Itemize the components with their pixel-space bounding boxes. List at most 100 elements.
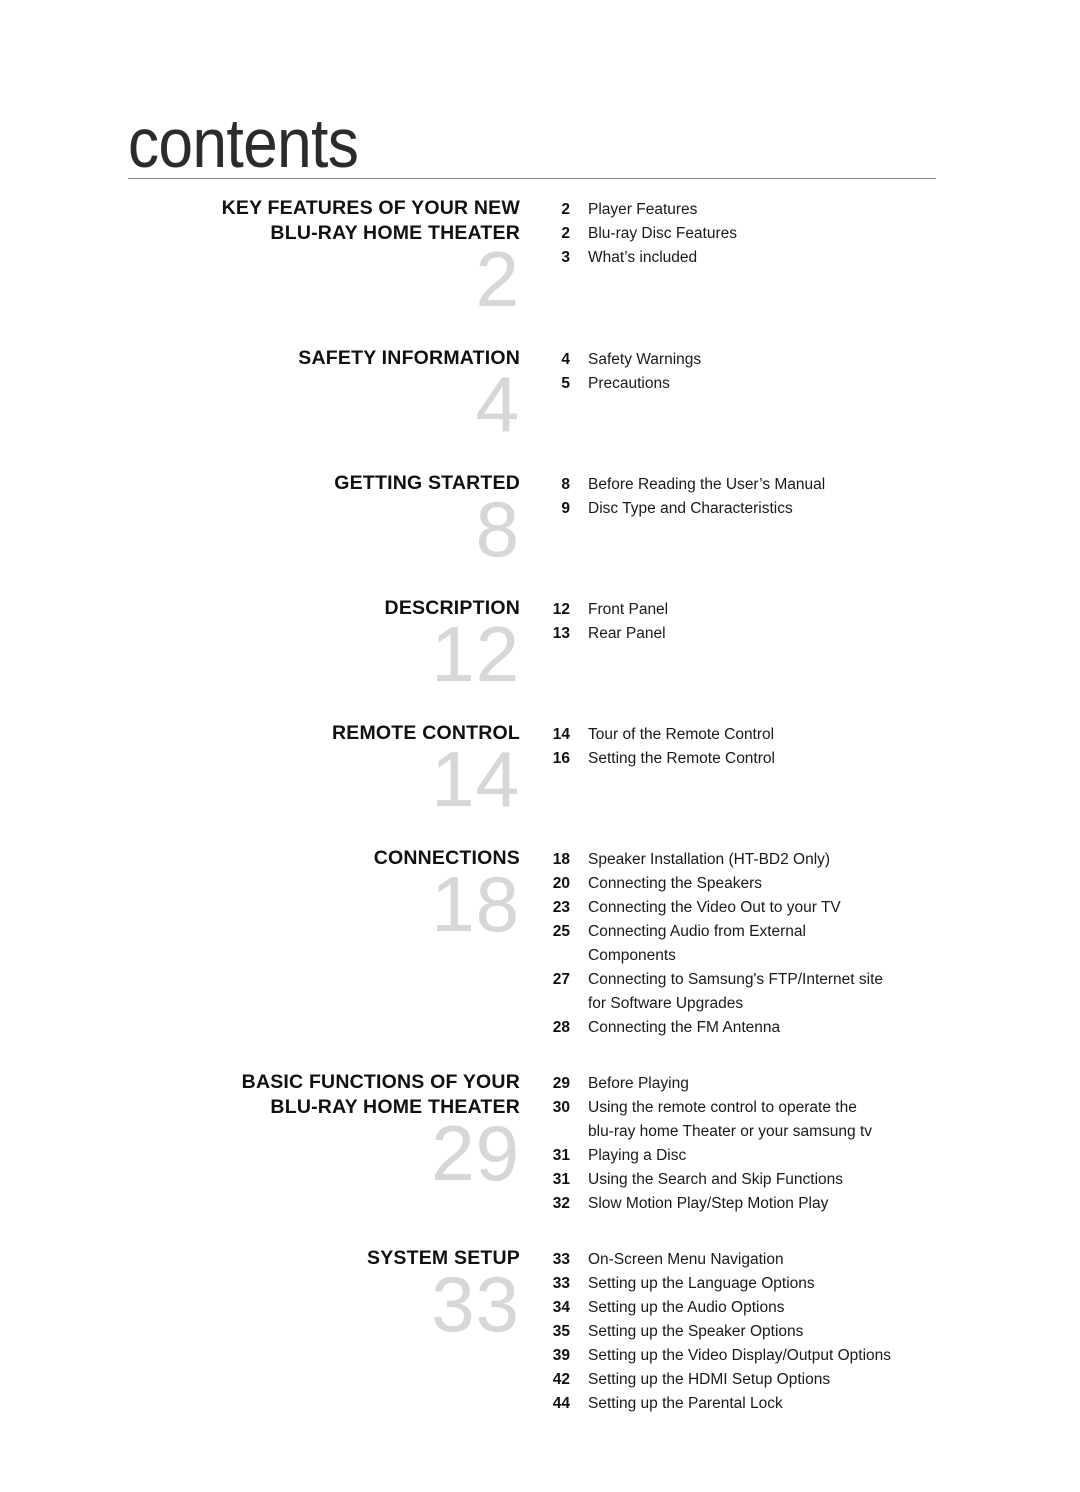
toc-section-entries: 2 Player Features 2 Blu-ray Disc Features 3 W… — [520, 196, 1080, 270]
toc-entry-page-number: 3 — [561, 249, 570, 266]
toc-entry-page-number: 30 — [552, 1099, 570, 1116]
toc-section: SYSTEM SETUP 33 33 On-Screen Menu Navigatio… — [0, 1246, 1080, 1416]
toc-entry-page-number: 28 — [552, 1019, 570, 1036]
toc-entry-title: Using the Search and Skip Functions — [588, 1171, 844, 1188]
toc-entry-title: Setting up the Video Display/Output Opti… — [588, 1347, 892, 1364]
toc-entry-page-number: 20 — [552, 875, 570, 892]
toc-entry-page-number: 13 — [552, 625, 570, 642]
toc-entry[interactable]: 27 Connecting to Samsung's FTP/Internet s… — [534, 968, 1080, 1016]
toc-entry-title: On-Screen Menu Navigation — [588, 1251, 784, 1268]
toc-entry[interactable]: 2 Player Features — [534, 198, 1080, 222]
toc-section-page-watermark: 4 — [475, 360, 520, 448]
toc-entry-page-number: 18 — [552, 851, 570, 868]
toc-section-left: BASIC FUNCTIONS OF YOUR BLU-RAY HOME THE… — [0, 1070, 520, 1192]
toc-entry-page-number: 31 — [552, 1171, 570, 1188]
toc-entry-title: Setting up the Audio Options — [588, 1299, 785, 1316]
toc-entry-page-number: 2 — [561, 201, 570, 218]
toc-entry[interactable]: 13 Rear Panel — [534, 622, 1080, 646]
toc-entry-title: What’s included — [588, 249, 698, 266]
toc-entry[interactable]: 33 Setting up the Language Options — [534, 1272, 1080, 1296]
toc-entry-title: Rear Panel — [588, 625, 666, 642]
toc-entry-title: Slow Motion Play/Step Motion Play — [588, 1195, 829, 1212]
toc-section-entries: 4 Safety Warnings 5 Precautions — [520, 346, 1080, 396]
toc-section-left: REMOTE CONTROL 14 — [0, 721, 520, 823]
table-of-contents: KEY FEATURES OF YOUR NEW BLU-RAY HOME TH… — [0, 196, 1080, 1446]
toc-entry-page-number: 33 — [552, 1251, 570, 1268]
toc-entry-title: Setting the Remote Control — [588, 750, 775, 767]
toc-entry[interactable]: 14 Tour of the Remote Control — [534, 723, 1080, 747]
toc-entry[interactable]: 18 Speaker Installation (HT-BD2 Only) — [534, 848, 1080, 872]
toc-entry-page-number: 5 — [561, 375, 570, 392]
toc-entry[interactable]: 9 Disc Type and Characteristics — [534, 497, 1080, 521]
toc-entry-page-number: 16 — [552, 750, 570, 767]
toc-entry[interactable]: 35 Setting up the Speaker Options — [534, 1320, 1080, 1344]
toc-entry[interactable]: 23 Connecting the Video Out to your TV — [534, 896, 1080, 920]
toc-section-entries: 33 On-Screen Menu Navigation 33 Setting up … — [520, 1246, 1080, 1416]
toc-entry[interactable]: 4 Safety Warnings — [534, 348, 1080, 372]
toc-entry[interactable]: 31 Playing a Disc — [534, 1144, 1080, 1168]
toc-entry-title: Connecting the FM Antenna — [588, 1019, 781, 1036]
toc-entry[interactable]: 29 Before Playing — [534, 1072, 1080, 1096]
toc-entry-page-number: 25 — [552, 923, 570, 940]
toc-entry-title: Setting up the Speaker Options — [588, 1323, 804, 1340]
toc-entry-title: Connecting the Video Out to your TV — [588, 899, 841, 916]
toc-entry-page-number: 32 — [552, 1195, 570, 1212]
toc-entry-title: Front Panel — [588, 601, 669, 618]
toc-entry[interactable]: 32 Slow Motion Play/Step Motion Play — [534, 1192, 1080, 1216]
toc-section-entries: 14 Tour of the Remote Control 16 Setting th… — [520, 721, 1080, 771]
toc-entry[interactable]: 8 Before Reading the User’s Manual — [534, 473, 1080, 497]
toc-section: CONNECTIONS 18 18 Speaker Installation (HT-… — [0, 846, 1080, 1040]
toc-section: REMOTE CONTROL 14 14 Tour of the Remote Con… — [0, 721, 1080, 823]
toc-entry[interactable]: 39 Setting up the Video Display/Output Op… — [534, 1344, 1080, 1368]
toc-entry-page-number: 39 — [552, 1347, 570, 1364]
toc-entry[interactable]: 44 Setting up the Parental Lock — [534, 1392, 1080, 1416]
toc-entry-page-number: 2 — [561, 225, 570, 242]
title-divider — [128, 178, 936, 179]
toc-entry-title: Player Features — [588, 201, 698, 218]
toc-entry-page-number: 31 — [552, 1147, 570, 1164]
toc-entry[interactable]: 16 Setting the Remote Control — [534, 747, 1080, 771]
toc-entry-title: Setting up the HDMI Setup Options — [588, 1371, 831, 1388]
toc-section-entries: 18 Speaker Installation (HT-BD2 Only) 20 Co… — [520, 846, 1080, 1040]
toc-section-heading[interactable]: KEY FEATURES OF YOUR NEW BLU-RAY HOME TH… — [0, 196, 520, 246]
toc-entry[interactable]: 12 Front Panel — [534, 598, 1080, 622]
toc-entry-title: Safety Warnings — [588, 351, 702, 368]
toc-entry-title: Before Playing — [588, 1075, 689, 1092]
toc-entry[interactable]: 20 Connecting the Speakers — [534, 872, 1080, 896]
toc-section-page-watermark: 14 — [431, 735, 520, 823]
toc-entry-title: Disc Type and Characteristics — [588, 500, 793, 517]
toc-entry-title: Using the remote control to operate the … — [588, 1099, 873, 1140]
toc-entry[interactable]: 34 Setting up the Audio Options — [534, 1296, 1080, 1320]
toc-section-left: KEY FEATURES OF YOUR NEW BLU-RAY HOME TH… — [0, 196, 520, 318]
toc-section-page-watermark: 18 — [431, 860, 520, 948]
toc-entry[interactable]: 28 Connecting the FM Antenna — [534, 1016, 1080, 1040]
toc-section: GETTING STARTED 8 8 Before Reading the User… — [0, 471, 1080, 568]
toc-entry-title: Connecting Audio from External Component… — [588, 923, 806, 964]
toc-section: SAFETY INFORMATION 4 4 Safety Warnings 5 Prec… — [0, 346, 1080, 448]
toc-entry[interactable]: 2 Blu-ray Disc Features — [534, 222, 1080, 246]
toc-section-page-watermark: 12 — [431, 610, 520, 698]
toc-entry-title: Playing a Disc — [588, 1147, 687, 1164]
toc-section-left: SYSTEM SETUP 33 — [0, 1246, 520, 1343]
toc-entry[interactable]: 25 Connecting Audio from External Compone… — [534, 920, 1080, 968]
toc-section: DESCRIPTION 12 12 Front Panel 13 Rear Panel — [0, 596, 1080, 698]
page-title: contents — [128, 105, 359, 183]
toc-section-left: GETTING STARTED 8 — [0, 471, 520, 568]
toc-entry[interactable]: 3 What’s included — [534, 246, 1080, 270]
page-header: contents — [128, 109, 938, 182]
toc-entry-page-number: 34 — [552, 1299, 570, 1316]
toc-section-entries: 29 Before Playing 30 Using the remote contr… — [520, 1070, 1080, 1216]
toc-section-left: DESCRIPTION 12 — [0, 596, 520, 698]
toc-entry-title: Setting up the Language Options — [588, 1275, 815, 1292]
toc-entry[interactable]: 5 Precautions — [534, 372, 1080, 396]
toc-entry-title: Tour of the Remote Control — [588, 726, 775, 743]
toc-entry-page-number: 29 — [552, 1075, 570, 1092]
toc-entry[interactable]: 33 On-Screen Menu Navigation — [534, 1248, 1080, 1272]
toc-entry[interactable]: 30 Using the remote control to operate th… — [534, 1096, 1080, 1144]
toc-entry-page-number: 33 — [552, 1275, 570, 1292]
toc-entry-page-number: 12 — [552, 601, 570, 618]
toc-entry[interactable]: 31 Using the Search and Skip Functions — [534, 1168, 1080, 1192]
toc-entry[interactable]: 42 Setting up the HDMI Setup Options — [534, 1368, 1080, 1392]
toc-entry-title: Before Reading the User’s Manual — [588, 476, 826, 493]
toc-entry-page-number: 8 — [561, 476, 570, 493]
